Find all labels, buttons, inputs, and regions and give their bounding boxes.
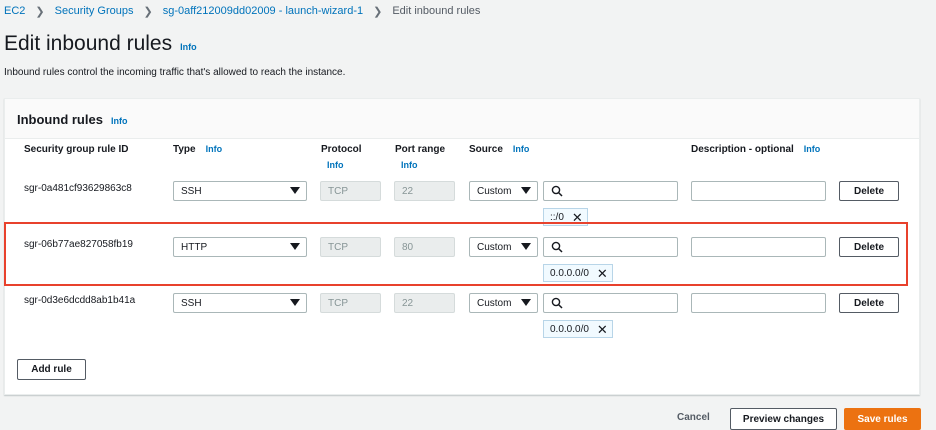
add-rule-button[interactable]: Add rule <box>17 359 86 380</box>
type-value: SSH <box>181 297 202 309</box>
panel-title-row-visible: Inbound rules Info <box>17 112 127 127</box>
type-select[interactable]: SSH <box>173 181 307 201</box>
breadcrumb-current: Edit inbound rules <box>392 5 481 17</box>
breadcrumb-ec2[interactable]: EC2 <box>4 5 25 17</box>
caret-down-icon <box>521 187 531 194</box>
page-title: Edit inbound rules <box>4 32 173 55</box>
col-source-info[interactable]: Info <box>513 144 530 155</box>
source-token: 0.0.0.0/0 ✕ <box>543 320 613 338</box>
description-input[interactable] <box>691 293 826 313</box>
highlight-box <box>4 222 908 286</box>
col-description-info[interactable]: Info <box>804 144 821 155</box>
protocol-field: TCP <box>320 293 381 313</box>
panel-header <box>5 99 919 139</box>
chevron-right-icon: ❯ <box>373 5 383 18</box>
col-protocol-label: Protocol <box>321 144 362 155</box>
preview-changes-button[interactable]: Preview changes <box>730 408 837 430</box>
col-description-label: Description - optional <box>691 144 794 155</box>
col-source: Source Info <box>469 144 529 155</box>
delete-button[interactable]: Delete <box>839 293 899 313</box>
cancel-button[interactable]: Cancel <box>677 412 710 423</box>
save-rules-button[interactable]: Save rules <box>844 408 921 430</box>
source-type-value: Custom <box>477 185 512 197</box>
chevron-right-icon: ❯ <box>143 5 153 18</box>
source-type-value: Custom <box>477 297 512 309</box>
caret-down-icon <box>521 299 531 306</box>
type-value: SSH <box>181 185 202 197</box>
source-token-value: 0.0.0.0/0 <box>550 323 589 335</box>
col-source-label: Source <box>469 144 503 155</box>
page-title-row: Edit inbound rules Info <box>4 32 197 56</box>
col-protocol-info[interactable]: Info <box>327 160 362 170</box>
col-rule-id: Security group rule ID <box>24 144 129 155</box>
page-info-link[interactable]: Info <box>180 42 197 52</box>
page-description: Inbound rules control the incoming traff… <box>4 67 346 78</box>
col-type: Type Info <box>173 144 222 155</box>
protocol-field: TCP <box>320 181 381 201</box>
port-range-field: 22 <box>394 293 455 313</box>
rule-id: sgr-0a481cf93629863c8 <box>24 183 132 194</box>
col-type-label: Type <box>173 144 196 155</box>
col-description: Description - optional Info <box>691 144 820 155</box>
source-type-select[interactable]: Custom <box>469 293 538 313</box>
type-select[interactable]: SSH <box>173 293 307 313</box>
source-search-input[interactable] <box>543 181 678 201</box>
port-range-field: 22 <box>394 181 455 201</box>
breadcrumb: EC2 ❯ Security Groups ❯ sg-0aff212009dd0… <box>4 4 480 18</box>
caret-down-icon <box>290 187 300 194</box>
breadcrumb-security-groups[interactable]: Security Groups <box>55 5 134 17</box>
col-port-info[interactable]: Info <box>401 160 445 170</box>
source-token-value: ::/0 <box>550 211 564 223</box>
col-type-info[interactable]: Info <box>206 144 223 155</box>
breadcrumb-security-group[interactable]: sg-0aff212009dd02009 - launch-wizard-1 <box>163 5 363 17</box>
col-port-range: Port range Info <box>395 144 445 170</box>
search-icon <box>551 185 563 197</box>
col-port-label: Port range <box>395 144 446 155</box>
panel-title-text: Inbound rules <box>17 112 103 127</box>
chevron-right-icon: ❯ <box>35 5 45 18</box>
source-search-input[interactable] <box>543 293 678 313</box>
search-icon <box>551 297 563 309</box>
col-protocol: Protocol Info <box>321 144 362 170</box>
delete-button[interactable]: Delete <box>839 181 899 201</box>
rule-id: sgr-0d3e6dcdd8ab1b41a <box>24 295 136 306</box>
description-input[interactable] <box>691 181 826 201</box>
caret-down-icon <box>290 299 300 306</box>
source-type-select[interactable]: Custom <box>469 181 538 201</box>
close-icon[interactable]: ✕ <box>597 323 608 336</box>
panel-info-link-2[interactable]: Info <box>111 116 128 126</box>
